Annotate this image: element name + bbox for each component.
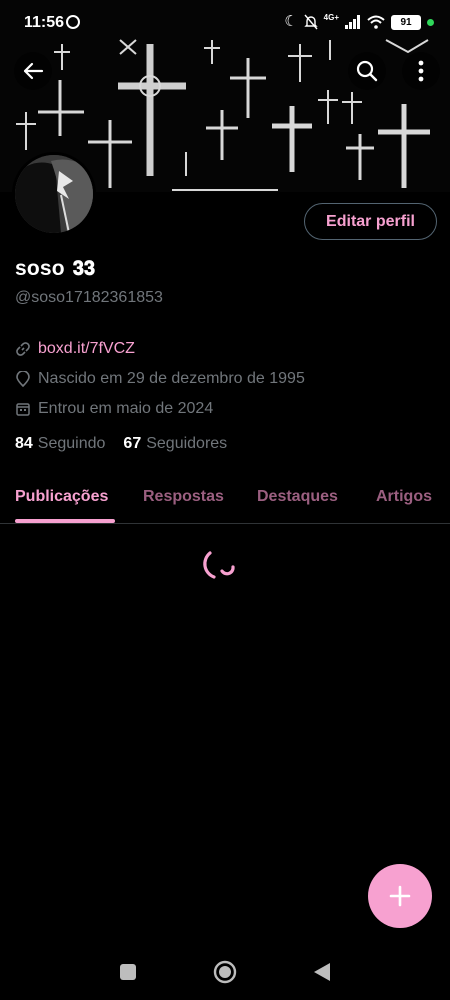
loading-spinner-icon: [203, 551, 235, 579]
joined-date-text: Entrou em maio de 2024: [38, 400, 214, 417]
wifi-icon: [367, 15, 385, 29]
following-count: 84: [15, 435, 33, 452]
recents-button[interactable]: [116, 960, 140, 984]
more-options-button[interactable]: [402, 52, 440, 90]
joined-date-row: Entrou em maio de 2024: [15, 400, 213, 418]
display-name: soso: [15, 257, 65, 280]
back-nav-button[interactable]: [310, 960, 334, 984]
triangle-back-icon: [314, 963, 330, 981]
arrow-left-icon: [23, 62, 44, 80]
profile-tabs: Publicações Respostas Destaques Artigos: [0, 478, 450, 524]
following-label: Seguindo: [37, 435, 106, 452]
mute-icon: [303, 14, 318, 30]
status-bar: 11:56 ☾ 4G+ 91: [0, 0, 450, 46]
tab-destaques[interactable]: Destaques: [257, 488, 338, 506]
search-button[interactable]: [348, 52, 386, 90]
circle-icon: [213, 960, 237, 984]
birth-date-row: Nascido em 29 de dezembro de 1995: [15, 370, 305, 388]
more-vertical-icon: [418, 60, 424, 82]
active-tab-indicator: [15, 519, 115, 523]
camera-indicator-icon: [427, 18, 434, 26]
followers-count: 67: [123, 435, 142, 452]
followers-link[interactable]: 67 Seguidores: [123, 435, 227, 453]
compose-post-button[interactable]: [368, 864, 432, 928]
home-button[interactable]: [213, 960, 237, 984]
name-emoji: 𝟑𝟑: [72, 257, 96, 280]
followers-label: Seguidores: [146, 435, 228, 452]
network-type: 4G+: [323, 12, 339, 22]
signal-icon: [345, 15, 360, 29]
profile-link[interactable]: boxd.it/7fVCZ: [38, 340, 135, 358]
moon-icon: ☾: [284, 13, 298, 30]
username-handle: @soso17182361853: [15, 289, 163, 306]
edit-profile-button[interactable]: Editar perfil: [304, 203, 437, 240]
avatar-image: [15, 155, 93, 233]
tab-publicacoes[interactable]: Publicações: [15, 488, 108, 506]
whatsapp-icon: [66, 15, 80, 29]
following-link[interactable]: 84 Seguindo: [15, 435, 105, 453]
avatar[interactable]: [12, 152, 96, 236]
birth-date-text: Nascido em 29 de dezembro de 1995: [38, 370, 305, 387]
tab-respostas[interactable]: Respostas: [143, 488, 224, 506]
tab-artigos[interactable]: Artigos: [376, 488, 432, 506]
back-button[interactable]: [14, 52, 52, 90]
search-icon: [356, 60, 378, 82]
profile-link-row[interactable]: boxd.it/7fVCZ: [15, 340, 135, 358]
status-icons: ☾ 4G+ 91: [284, 13, 434, 31]
status-time: 11:56: [24, 14, 65, 31]
calendar-icon: [15, 401, 31, 417]
location-pin-icon: [15, 371, 31, 387]
plus-icon: [389, 885, 411, 907]
square-icon: [120, 964, 136, 980]
system-navigation-bar: [0, 944, 450, 1000]
profile-name-row: soso 𝟑𝟑: [15, 257, 95, 281]
link-icon: [15, 341, 31, 357]
battery-icon: 91: [391, 14, 421, 30]
follow-stats: 84 Seguindo 67 Seguidores: [15, 435, 227, 453]
